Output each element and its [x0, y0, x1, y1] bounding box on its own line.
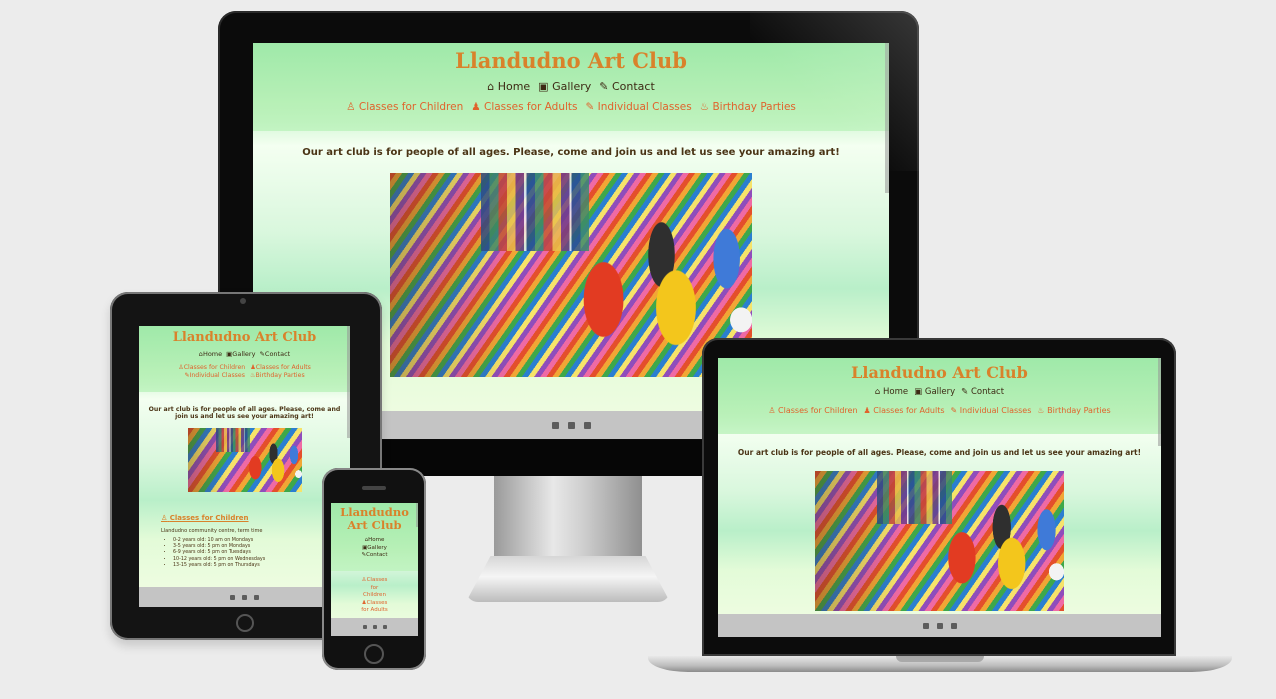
image-icon: ▣: [538, 80, 549, 93]
cake-icon: ♨: [699, 101, 710, 113]
site-title[interactable]: Llandudno Art Club: [718, 362, 1161, 384]
scrollbar[interactable]: [416, 503, 418, 527]
twitter-icon[interactable]: [254, 594, 259, 600]
nav-gallery[interactable]: ▣Gallery: [226, 350, 255, 358]
nav-classes-children[interactable]: ♙ Classes for Children: [346, 101, 463, 113]
nav-birthday-parties[interactable]: ♨ Birthday Parties: [700, 101, 796, 113]
nav-home[interactable]: ⌂ Home: [487, 80, 530, 93]
cake-icon: ♨: [1037, 406, 1045, 415]
nav-individual-classes[interactable]: ✎ Individual Classes: [951, 406, 1032, 415]
classes-nav: ♙Classes for Children ♟Classes for Adult…: [331, 577, 418, 615]
nav-classes-adults[interactable]: ♟Classes for Adults: [331, 600, 418, 615]
nav-classes-children[interactable]: ♙Classes for Children: [178, 364, 245, 371]
site-header: Llandudno Art Club ⌂Home ▣Gallery ✎Conta…: [139, 326, 350, 392]
site-footer: [331, 618, 418, 636]
child-icon: ♙: [346, 101, 356, 113]
nav-home[interactable]: ⌂Home: [199, 350, 222, 358]
nav-home[interactable]: ⌂Home: [331, 537, 418, 545]
site-footer: [139, 587, 350, 607]
tablet-home-button[interactable]: [236, 614, 254, 632]
site-header: Llandudno Art Club ⌂ Home ▣ Gallery ✎ Co…: [718, 358, 1161, 434]
facebook-icon[interactable]: [362, 625, 367, 629]
nav-classes-children[interactable]: ♙ Classes for Children: [768, 406, 857, 415]
nav-contact[interactable]: ✎ Contact: [961, 387, 1004, 397]
instagram-icon[interactable]: [372, 625, 377, 629]
facebook-icon[interactable]: [922, 622, 929, 629]
nav-contact[interactable]: ✎Contact: [331, 552, 418, 560]
facebook-icon[interactable]: [551, 421, 559, 429]
main-nav: ⌂Home ▣Gallery ✎Contact: [139, 350, 350, 358]
site-header: Llandudno Art Club ⌂ Home ▣ Gallery ✎ Co…: [253, 43, 889, 131]
tablet-camera: [240, 298, 246, 304]
classes-section: ♙ Classes for Children Llandudno communi…: [139, 514, 350, 569]
nav-classes-adults[interactable]: ♟ Classes for Adults: [864, 406, 945, 415]
classes-nav: ♙Classes for Children ♟Classes for Adult…: [139, 364, 350, 379]
home-icon: ⌂: [874, 387, 881, 397]
laptop-screen: Llandudno Art Club ⌂ Home ▣ Gallery ✎ Co…: [718, 358, 1161, 637]
site-header: Llandudno Art Club ⌂Home ▣Gallery ✎Conta…: [331, 503, 418, 571]
phone-home-button[interactable]: [364, 644, 384, 664]
instagram-icon[interactable]: [242, 594, 247, 600]
child-icon: ♙: [768, 406, 776, 415]
image-icon: ▣: [914, 387, 923, 397]
instagram-icon[interactable]: [936, 622, 943, 629]
desktop-monitor-foot: [466, 556, 670, 602]
nav-classes-adults[interactable]: ♟ Classes for Adults: [471, 101, 577, 113]
site-footer: [718, 614, 1161, 637]
nav-individual-classes[interactable]: ✎ Individual Classes: [586, 101, 692, 113]
laptop-notch: [896, 656, 984, 662]
twitter-icon[interactable]: [382, 625, 387, 629]
hero-photo: [815, 471, 1064, 611]
child-icon: ♙: [161, 514, 168, 522]
scrollbar[interactable]: [1158, 358, 1161, 446]
desktop-monitor-stand: [494, 476, 642, 558]
instagram-icon[interactable]: [567, 421, 575, 429]
nav-gallery[interactable]: ▣ Gallery: [538, 80, 591, 93]
tablet-screen: Llandudno Art Club ⌂Home ▣Gallery ✎Conta…: [139, 326, 350, 607]
facebook-icon[interactable]: [230, 594, 235, 600]
nav-individual-classes[interactable]: ✎Individual Classes: [184, 372, 245, 379]
pencil-icon: ✎: [961, 387, 969, 397]
adult-icon: ♟: [863, 406, 871, 415]
main-nav: ⌂ Home ▣ Gallery ✎ Contact: [253, 80, 889, 93]
home-icon: ⌂: [487, 80, 495, 93]
site-title[interactable]: Llandudno Art Club: [139, 330, 350, 346]
tagline: Our art club is for people of all ages. …: [302, 147, 840, 158]
nav-gallery[interactable]: ▣Gallery: [331, 545, 418, 553]
brush-icon: ✎: [950, 406, 958, 415]
hero-photo: [187, 428, 302, 492]
nav-home[interactable]: ⌂ Home: [875, 387, 908, 397]
tagline: Our art club is for people of all ages. …: [148, 406, 341, 420]
hero-photo: [390, 173, 752, 377]
pencil-icon: ✎: [599, 80, 609, 93]
brush-icon: ✎: [585, 101, 595, 113]
nav-birthday-parties[interactable]: ♨ Birthday Parties: [1037, 406, 1110, 415]
phone-screen: Llandudno Art Club ⌂Home ▣Gallery ✎Conta…: [331, 503, 418, 636]
classes-nav: ♙ Classes for Children ♟ Classes for Adu…: [718, 406, 1161, 415]
phone-speaker: [362, 486, 386, 490]
twitter-icon[interactable]: [583, 421, 591, 429]
scrollbar[interactable]: [347, 326, 350, 438]
nav-classes-adults[interactable]: ♟Classes for Adults: [250, 364, 311, 371]
tagline: Our art club is for people of all ages. …: [737, 448, 1142, 457]
nav-birthday-parties[interactable]: ♨Birthday Parties: [250, 372, 305, 379]
site-title[interactable]: Llandudno Art Club: [331, 506, 418, 532]
nav-contact[interactable]: ✎Contact: [259, 350, 290, 358]
nav-contact[interactable]: ✎ Contact: [599, 80, 655, 93]
classes-nav: ♙ Classes for Children ♟ Classes for Adu…: [253, 101, 889, 113]
main-nav: ⌂ Home ▣ Gallery ✎ Contact: [718, 387, 1161, 397]
scrollbar[interactable]: [885, 43, 889, 193]
twitter-icon[interactable]: [950, 622, 957, 629]
adult-icon: ♟: [471, 101, 481, 113]
nav-gallery[interactable]: ▣ Gallery: [914, 387, 955, 397]
site-title[interactable]: Llandudno Art Club: [253, 48, 889, 74]
main-nav: ⌂Home ▣Gallery ✎Contact: [331, 537, 418, 560]
nav-classes-children[interactable]: ♙Classes for Children: [331, 577, 418, 600]
